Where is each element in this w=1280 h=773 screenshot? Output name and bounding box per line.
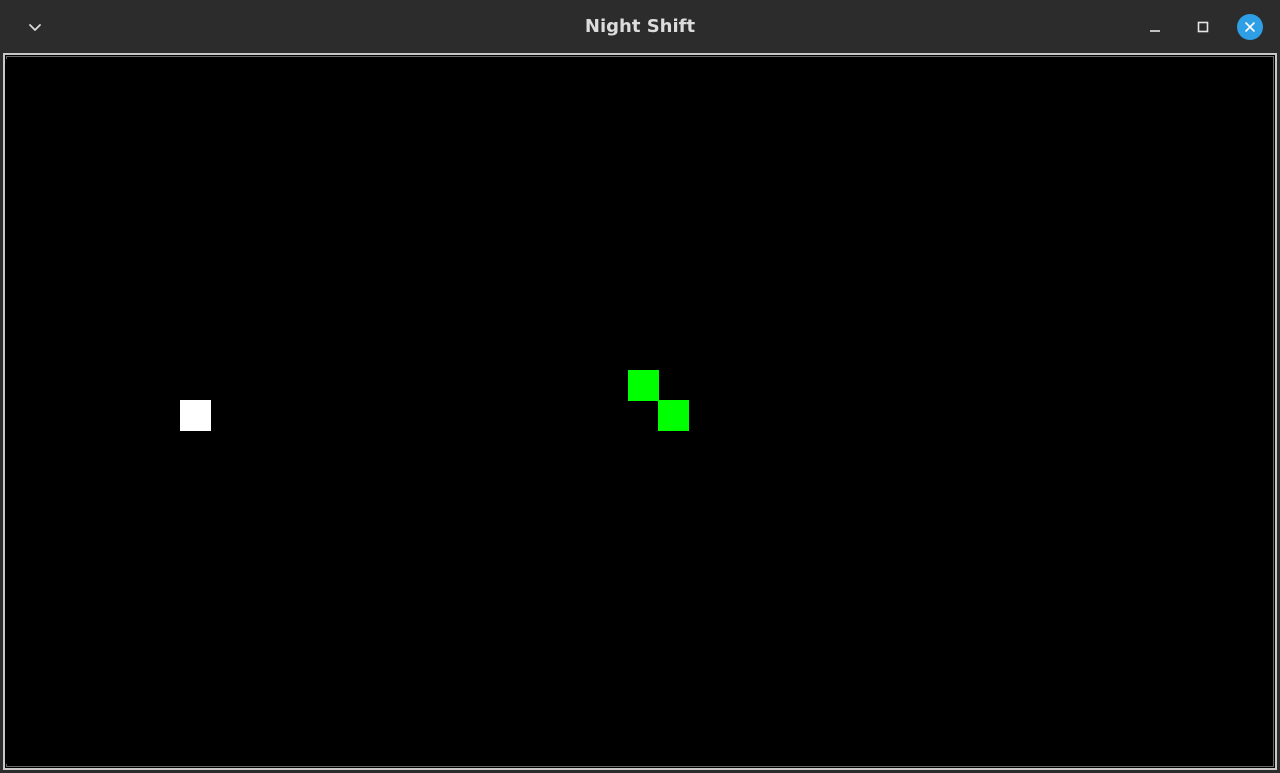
close-button[interactable] (1235, 12, 1265, 42)
maximize-button[interactable] (1188, 12, 1218, 42)
app-window: Night Shift (0, 0, 1280, 773)
title-bar[interactable]: Night Shift (0, 0, 1280, 53)
snake-segment (628, 370, 659, 401)
minimize-button[interactable] (1140, 12, 1170, 42)
snake-head (658, 400, 689, 431)
game-canvas[interactable] (6, 59, 1272, 764)
chevron-down-icon (29, 24, 41, 31)
food-pellet (180, 400, 211, 431)
window-title: Night Shift (584, 16, 696, 37)
minimize-icon (1150, 30, 1160, 32)
close-button-circle (1237, 14, 1263, 40)
close-icon (1245, 22, 1255, 32)
window-menu-button[interactable] (18, 12, 52, 42)
maximize-icon (1197, 21, 1209, 33)
